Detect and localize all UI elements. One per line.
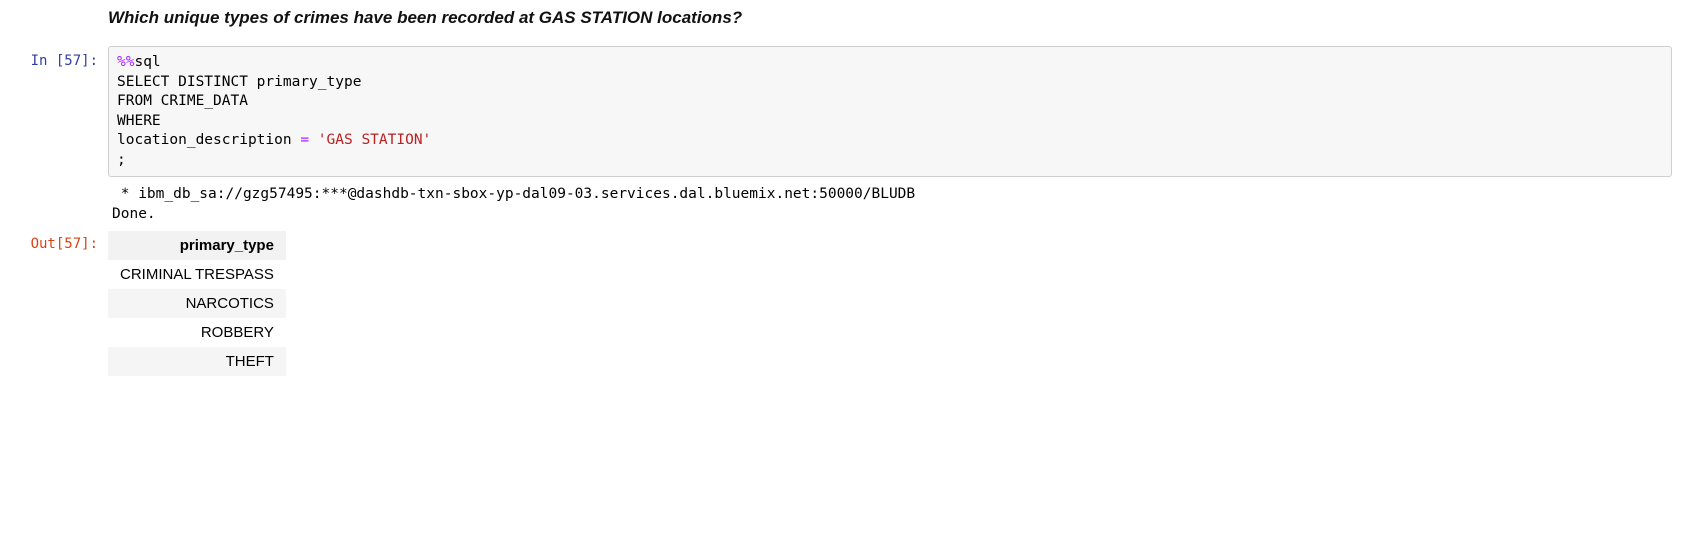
table-row: THEFT: [108, 347, 286, 376]
code-line-6: ;: [117, 152, 126, 168]
table-cell: CRIMINAL TRESPASS: [108, 260, 286, 289]
output-cell-row: Out[57]: primary_type CRIMINAL TRESPASS …: [0, 229, 1692, 376]
table-row: ROBBERY: [108, 318, 286, 347]
notebook-container: Which unique types of crimes have been r…: [0, 8, 1692, 376]
code-line-2: SELECT DISTINCT primary_type: [117, 74, 361, 90]
code-line-5-sp: [309, 132, 318, 148]
input-prompt: In [57]:: [0, 46, 108, 70]
code-line-3: FROM CRIME_DATA: [117, 93, 248, 109]
table-row: CRIMINAL TRESPASS: [108, 260, 286, 289]
empty-prompt: [0, 181, 108, 187]
stream-output-area: * ibm_db_sa://gzg57495:***@dashdb-txn-sb…: [108, 181, 1672, 224]
table-row: NARCOTICS: [108, 289, 286, 318]
code-line-5a: location_description: [117, 132, 300, 148]
table-header-cell: primary_type: [108, 231, 286, 260]
output-table-area: primary_type CRIMINAL TRESPASS NARCOTICS…: [108, 229, 1672, 376]
output-prompt: Out[57]:: [0, 229, 108, 253]
table-cell: ROBBERY: [108, 318, 286, 347]
code-magic-percent: %%: [117, 54, 134, 70]
stream-line-1: * ibm_db_sa://gzg57495:***@dashdb-txn-sb…: [112, 186, 915, 202]
code-line-4: WHERE: [117, 113, 161, 129]
table-cell: NARCOTICS: [108, 289, 286, 318]
stream-line-2: Done.: [112, 206, 156, 222]
stream-output-row: * ibm_db_sa://gzg57495:***@dashdb-txn-sb…: [0, 181, 1692, 224]
table-header-row: primary_type: [108, 231, 286, 260]
input-cell-row: In [57]: %%sql SELECT DISTINCT primary_t…: [0, 46, 1692, 177]
table-cell: THEFT: [108, 347, 286, 376]
code-input-area[interactable]: %%sql SELECT DISTINCT primary_type FROM …: [108, 46, 1672, 177]
code-magic-cmd: sql: [134, 54, 160, 70]
result-table: primary_type CRIMINAL TRESPASS NARCOTICS…: [108, 231, 286, 376]
markdown-heading: Which unique types of crimes have been r…: [108, 8, 1672, 28]
code-line-5-str: 'GAS STATION': [318, 132, 432, 148]
code-block: %%sql SELECT DISTINCT primary_type FROM …: [117, 53, 1663, 170]
stream-text: * ibm_db_sa://gzg57495:***@dashdb-txn-sb…: [112, 185, 1672, 224]
markdown-cell: Which unique types of crimes have been r…: [108, 8, 1672, 28]
code-line-5-op: =: [300, 132, 309, 148]
